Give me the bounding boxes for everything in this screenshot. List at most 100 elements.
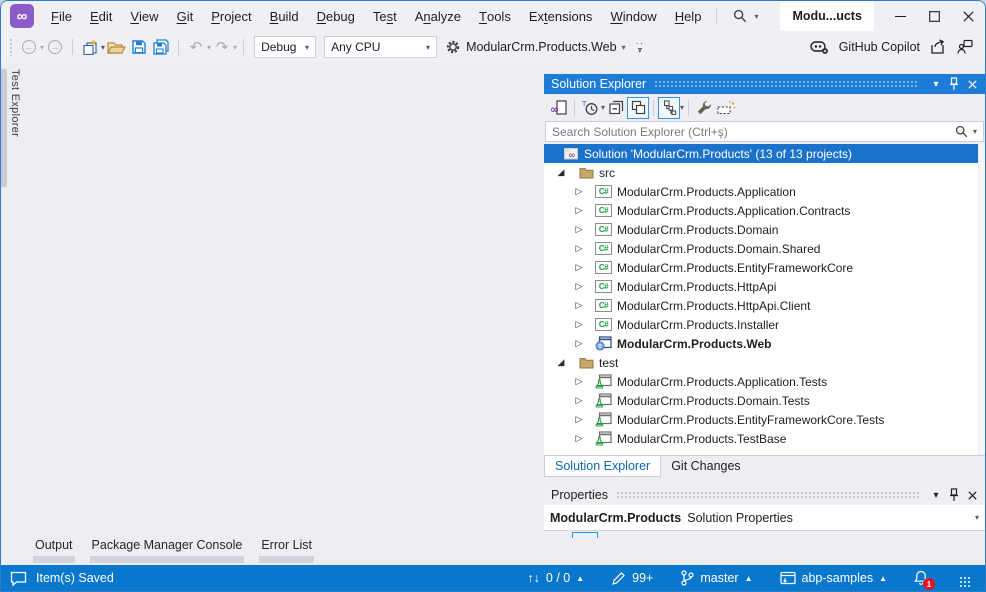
menu-edit[interactable]: Edit bbox=[81, 1, 121, 31]
tree-row-solution[interactable]: ∞ Solution 'ModularCrm.Products' (13 of … bbox=[544, 144, 985, 163]
tree-row-project-test[interactable]: ▷ ModularCrm.Products.TestBase bbox=[544, 429, 985, 448]
new-project-button[interactable] bbox=[79, 35, 101, 59]
current-branch-button[interactable]: master ▲ bbox=[680, 570, 752, 586]
sync-with-active-document-toggle[interactable] bbox=[658, 97, 680, 119]
menu-extensions[interactable]: Extensions bbox=[520, 1, 602, 31]
collapsed-twisty-icon[interactable]: ▷ bbox=[573, 434, 585, 443]
toolbar-overflow-button[interactable]: ··▾ bbox=[636, 41, 645, 54]
menu-git[interactable]: Git bbox=[168, 1, 203, 31]
collapsed-twisty-icon[interactable]: ▷ bbox=[573, 187, 585, 196]
tree-row-project-web[interactable]: ▷ ModularCrm.Products.Web bbox=[544, 334, 985, 353]
window-position-menu-icon[interactable]: ▾ bbox=[927, 487, 945, 503]
close-button[interactable] bbox=[951, 1, 985, 31]
undo-button[interactable]: ↶ bbox=[185, 35, 207, 59]
collapsed-twisty-icon[interactable]: ▷ bbox=[573, 339, 585, 348]
tree-row-project[interactable]: ▷ C# ModularCrm.Products.Application.Con… bbox=[544, 201, 985, 220]
tree-row-project[interactable]: ▷ C# ModularCrm.Products.Domain bbox=[544, 220, 985, 239]
navigate-forward-button[interactable]: → bbox=[44, 35, 66, 59]
collapsed-twisty-icon[interactable]: ▷ bbox=[573, 206, 585, 215]
menu-project[interactable]: Project bbox=[202, 1, 260, 31]
collapsed-twisty-icon[interactable]: ▷ bbox=[573, 244, 585, 253]
menu-window[interactable]: Window bbox=[601, 1, 665, 31]
collapsed-twisty-icon[interactable]: ▷ bbox=[573, 320, 585, 329]
maximize-button[interactable] bbox=[917, 1, 951, 31]
tree-row-project[interactable]: ▷ C# ModularCrm.Products.EntityFramework… bbox=[544, 258, 985, 277]
menu-analyze[interactable]: Analyze bbox=[406, 1, 470, 31]
collapsed-twisty-icon[interactable]: ▷ bbox=[573, 225, 585, 234]
tree-row-project-test[interactable]: ▷ ModularCrm.Products.Application.Tests bbox=[544, 372, 985, 391]
collapse-all-button[interactable] bbox=[605, 97, 627, 119]
menu-tools[interactable]: Tools bbox=[470, 1, 520, 31]
expanded-twisty-icon[interactable]: ◢ bbox=[555, 168, 567, 177]
sync-commits-button[interactable]: ↑↓ 0 / 0 ▲ bbox=[527, 571, 584, 585]
pin-icon[interactable] bbox=[945, 76, 963, 92]
properties-object-dropdown[interactable]: ModularCrm.Products Solution Properties … bbox=[544, 505, 985, 531]
github-copilot-icon[interactable] bbox=[810, 40, 829, 55]
redo-button[interactable]: ↷ bbox=[211, 35, 233, 59]
search-input[interactable] bbox=[552, 125, 955, 139]
sync-dropdown-icon[interactable]: ▾ bbox=[680, 103, 684, 112]
redo-dropdown-icon[interactable]: ▾ bbox=[233, 43, 237, 52]
search-box[interactable]: ▾ bbox=[545, 121, 984, 142]
pending-changes-filter-button[interactable]: T bbox=[579, 97, 601, 119]
collapsed-twisty-icon[interactable]: ▷ bbox=[573, 396, 585, 405]
show-all-files-button[interactable] bbox=[715, 97, 737, 119]
tab-package-manager-console[interactable]: Package Manager Console bbox=[90, 538, 245, 563]
save-all-button[interactable] bbox=[150, 35, 172, 59]
menu-view[interactable]: View bbox=[121, 1, 167, 31]
window-position-menu-icon[interactable]: ▾ bbox=[927, 76, 945, 92]
solution-configuration-dropdown[interactable]: Debug▾ bbox=[254, 36, 316, 58]
test-explorer-side-tab[interactable]: Test Explorer bbox=[1, 69, 21, 187]
toolbar-grip[interactable] bbox=[9, 38, 14, 56]
tree-row-project[interactable]: ▷ C# ModularCrm.Products.HttpApi bbox=[544, 277, 985, 296]
collapsed-twisty-icon[interactable]: ▷ bbox=[573, 282, 585, 291]
navigate-back-button[interactable]: ← bbox=[18, 35, 40, 59]
menu-help[interactable]: Help bbox=[666, 1, 711, 31]
tab-output[interactable]: Output bbox=[33, 538, 75, 563]
menu-debug[interactable]: Debug bbox=[308, 1, 364, 31]
send-feedback-icon[interactable] bbox=[957, 39, 973, 55]
preview-selected-items-toggle[interactable] bbox=[627, 97, 649, 119]
tab-git-changes[interactable]: Git Changes bbox=[661, 456, 750, 477]
search-icon[interactable] bbox=[955, 125, 968, 138]
menu-build[interactable]: Build bbox=[261, 1, 308, 31]
tree-row-folder-test[interactable]: ◢ test bbox=[544, 353, 985, 372]
close-icon[interactable] bbox=[963, 487, 981, 503]
collapsed-twisty-icon[interactable]: ▷ bbox=[573, 301, 585, 310]
menu-test[interactable]: Test bbox=[364, 1, 406, 31]
feedback-bubble-icon[interactable] bbox=[10, 571, 27, 586]
collapsed-twisty-icon[interactable]: ▷ bbox=[573, 377, 585, 386]
collapsed-twisty-icon[interactable]: ▷ bbox=[573, 263, 585, 272]
tree-row-project-test[interactable]: ▷ ModularCrm.Products.EntityFrameworkCor… bbox=[544, 410, 985, 429]
resize-grip[interactable] bbox=[959, 576, 971, 588]
repository-button[interactable]: abp-samples ▲ bbox=[780, 571, 888, 585]
share-icon[interactable] bbox=[930, 39, 947, 55]
quick-search-button[interactable]: ▾ bbox=[723, 1, 768, 31]
tree-row-project[interactable]: ▷ C# ModularCrm.Products.Application bbox=[544, 182, 985, 201]
tree-row-project-test[interactable]: ▷ ModularCrm.Products.Domain.Tests bbox=[544, 391, 985, 410]
tree-row-folder-src[interactable]: ◢ src bbox=[544, 163, 985, 182]
expanded-twisty-icon[interactable]: ◢ bbox=[555, 358, 567, 367]
minimize-button[interactable] bbox=[883, 1, 917, 31]
collapsed-twisty-icon[interactable]: ▷ bbox=[573, 415, 585, 424]
properties-button[interactable] bbox=[693, 97, 715, 119]
solution-explorer-title-bar[interactable]: Solution Explorer ▾ bbox=[544, 74, 985, 94]
tree-row-project[interactable]: ▷ C# ModularCrm.Products.Installer bbox=[544, 315, 985, 334]
tree-row-project[interactable]: ▷ C# ModularCrm.Products.Domain.Shared bbox=[544, 239, 985, 258]
tab-solution-explorer[interactable]: Solution Explorer bbox=[544, 456, 661, 477]
search-options-dropdown-icon[interactable]: ▾ bbox=[973, 127, 977, 136]
switch-views-button[interactable]: ∞ bbox=[548, 97, 570, 119]
solution-platform-dropdown[interactable]: Any CPU▾ bbox=[324, 36, 437, 58]
tab-error-list[interactable]: Error List bbox=[259, 538, 314, 563]
pending-edits-button[interactable]: 99+ bbox=[611, 571, 653, 586]
properties-title-bar[interactable]: Properties ▾ bbox=[544, 485, 985, 505]
menu-file[interactable]: File bbox=[42, 1, 81, 31]
open-file-button[interactable] bbox=[105, 35, 128, 59]
notifications-button[interactable]: 1 bbox=[914, 570, 928, 586]
pin-icon[interactable] bbox=[945, 487, 963, 503]
github-copilot-label[interactable]: GitHub Copilot bbox=[839, 40, 920, 54]
save-button[interactable] bbox=[128, 35, 150, 59]
tree-row-project[interactable]: ▷ C# ModularCrm.Products.HttpApi.Client bbox=[544, 296, 985, 315]
close-icon[interactable] bbox=[963, 76, 981, 92]
startup-project-button[interactable]: ModularCrm.Products.Web ▾ bbox=[445, 39, 626, 55]
